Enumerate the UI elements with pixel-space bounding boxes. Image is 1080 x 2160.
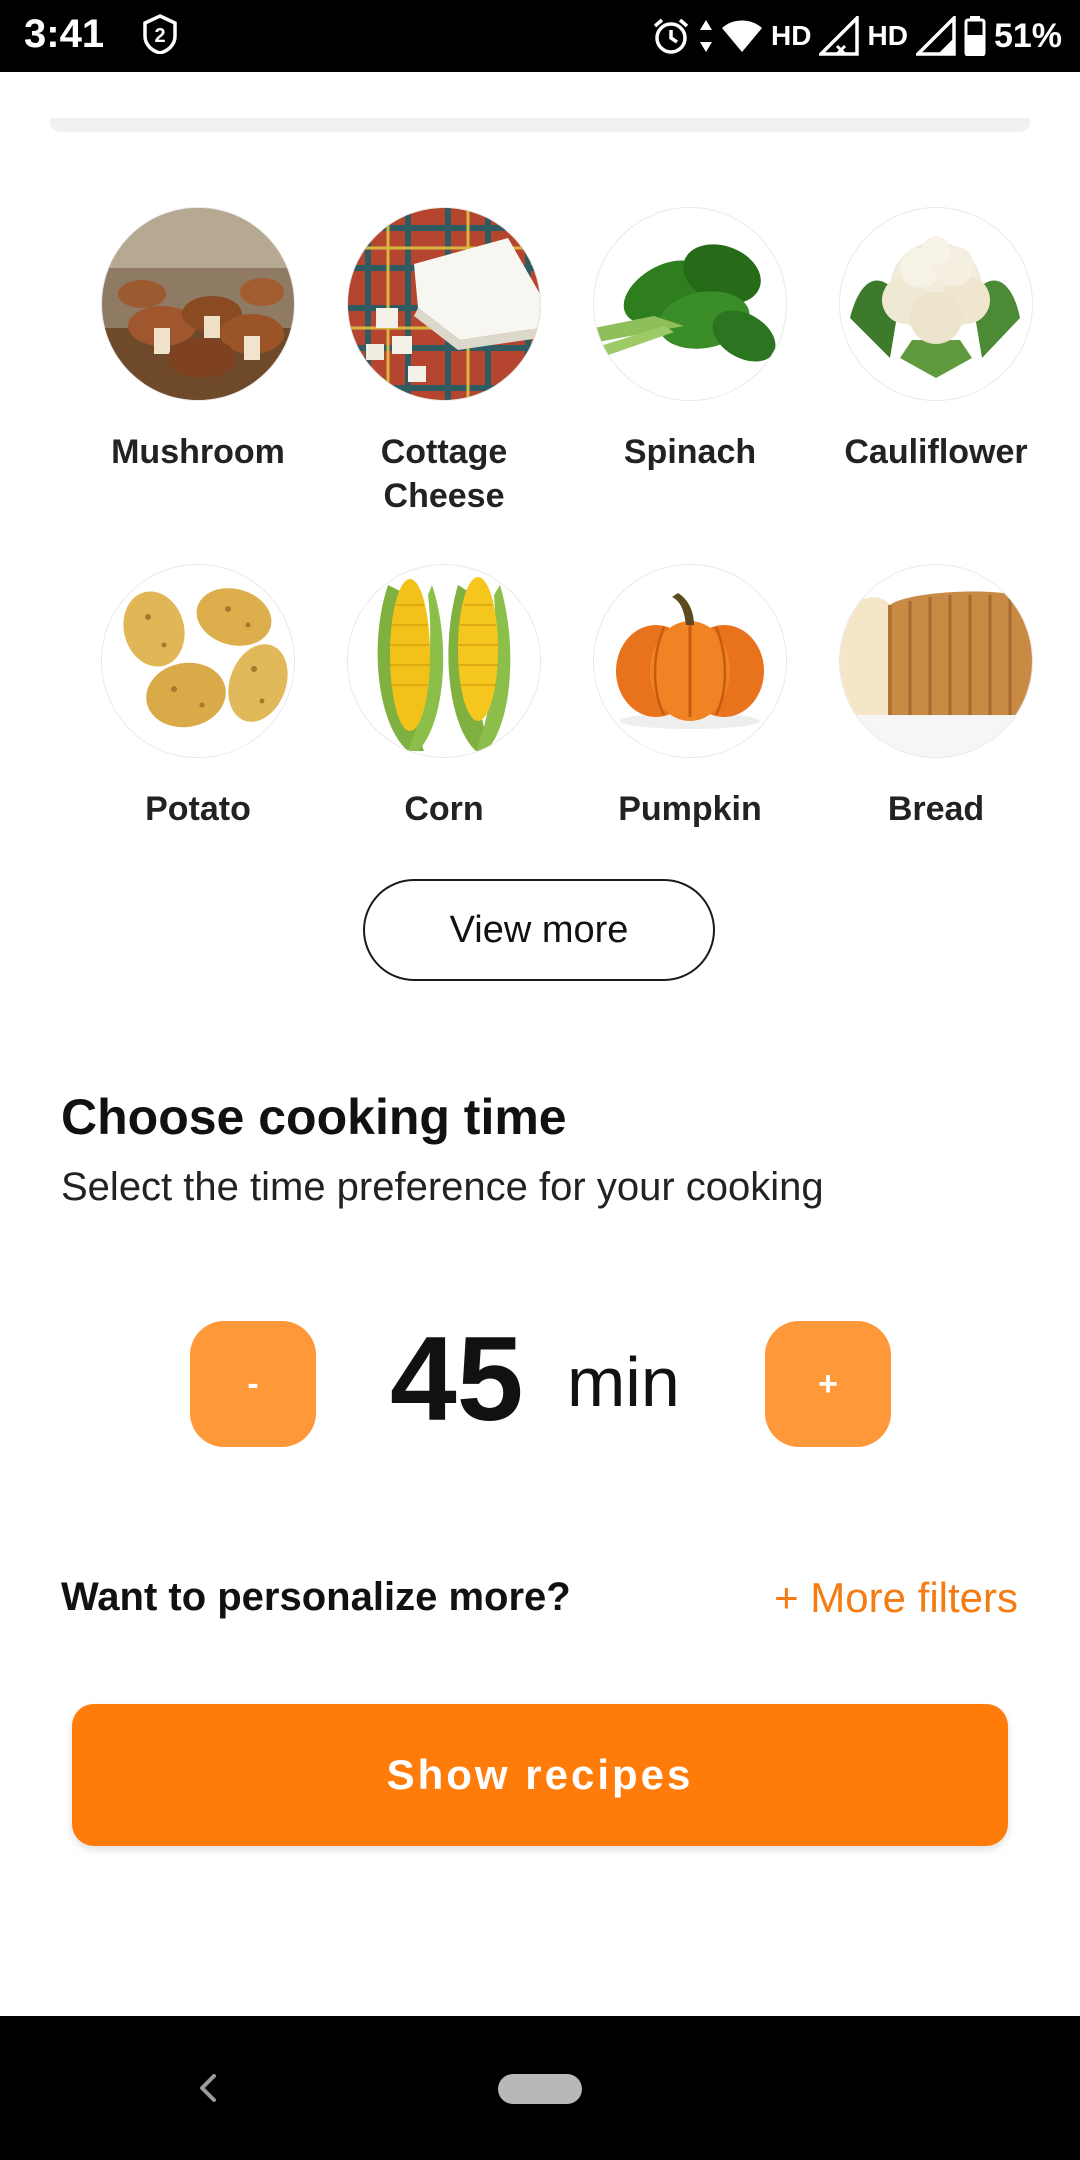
cottage-cheese-image	[348, 208, 540, 400]
signal-icon	[819, 16, 860, 56]
data-arrows-icon	[700, 20, 713, 52]
battery-percent: 51%	[993, 16, 1062, 55]
cooking-time-subtitle: Select the time preference for your cook…	[61, 1165, 824, 1209]
ingredient-label: Cottage Cheese	[380, 433, 508, 515]
home-pill-icon[interactable]	[498, 2074, 582, 2104]
notification-badge-count: 2	[154, 25, 165, 47]
pumpkin-image	[594, 565, 786, 757]
notification-badge-icon: 2	[143, 14, 177, 54]
network-type-1: HD	[771, 20, 812, 51]
ingredient-cauliflower[interactable]: Cauliflower	[813, 208, 1059, 474]
cooking-time-unit: min	[567, 1343, 680, 1421]
signal-icon-2	[915, 16, 956, 56]
status-icons: HD HD 51%	[651, 12, 1062, 60]
corn-image	[348, 565, 540, 757]
ingredient-label: Cauliflower	[844, 433, 1028, 471]
battery-icon	[964, 16, 986, 56]
bread-image	[840, 565, 1032, 757]
navigation-bar	[0, 2016, 1080, 2160]
back-icon[interactable]	[194, 2068, 222, 2108]
ingredient-label: Bread	[887, 790, 985, 828]
cauliflower-image	[840, 208, 1032, 400]
wifi-icon	[722, 20, 763, 52]
increase-time-button[interactable]: +	[765, 1321, 891, 1447]
mushroom-image	[102, 208, 294, 400]
decrease-time-button[interactable]: -	[190, 1321, 316, 1447]
ingredient-corn[interactable]: Corn	[321, 565, 567, 831]
cooking-time-title: Choose cooking time	[61, 1089, 567, 1145]
ingredient-cottage-cheese[interactable]: Cottage Cheese	[321, 208, 567, 518]
ingredient-label: Pumpkin	[618, 790, 762, 828]
ingredient-label: Spinach	[623, 433, 757, 471]
ingredient-spinach[interactable]: Spinach	[567, 208, 813, 474]
search-card-bottom-edge	[50, 118, 1030, 132]
more-filters-link[interactable]: + More filters	[774, 1574, 1018, 1622]
ingredient-label: Potato	[145, 790, 251, 828]
alarm-icon	[653, 18, 689, 54]
network-type-2: HD	[867, 20, 908, 51]
cooking-time-value: 45	[390, 1312, 524, 1446]
ingredient-potato[interactable]: Potato	[75, 565, 321, 831]
ingredient-label: Corn	[404, 790, 484, 828]
potato-image	[102, 565, 294, 757]
view-more-button[interactable]: View more	[363, 879, 715, 981]
spinach-image	[594, 208, 786, 400]
ingredient-bread[interactable]: Bread	[813, 565, 1059, 831]
ingredient-pumpkin[interactable]: Pumpkin	[567, 565, 813, 831]
personalize-question: Want to personalize more?	[61, 1575, 571, 1619]
show-recipes-button[interactable]: Show recipes	[72, 1704, 1008, 1846]
ingredient-label: Mushroom	[111, 433, 285, 471]
ingredient-mushroom[interactable]: Mushroom	[75, 208, 321, 474]
status-time: 3:41	[24, 12, 105, 56]
status-bar: 3:41 2 HD HD 51%	[0, 0, 1080, 72]
